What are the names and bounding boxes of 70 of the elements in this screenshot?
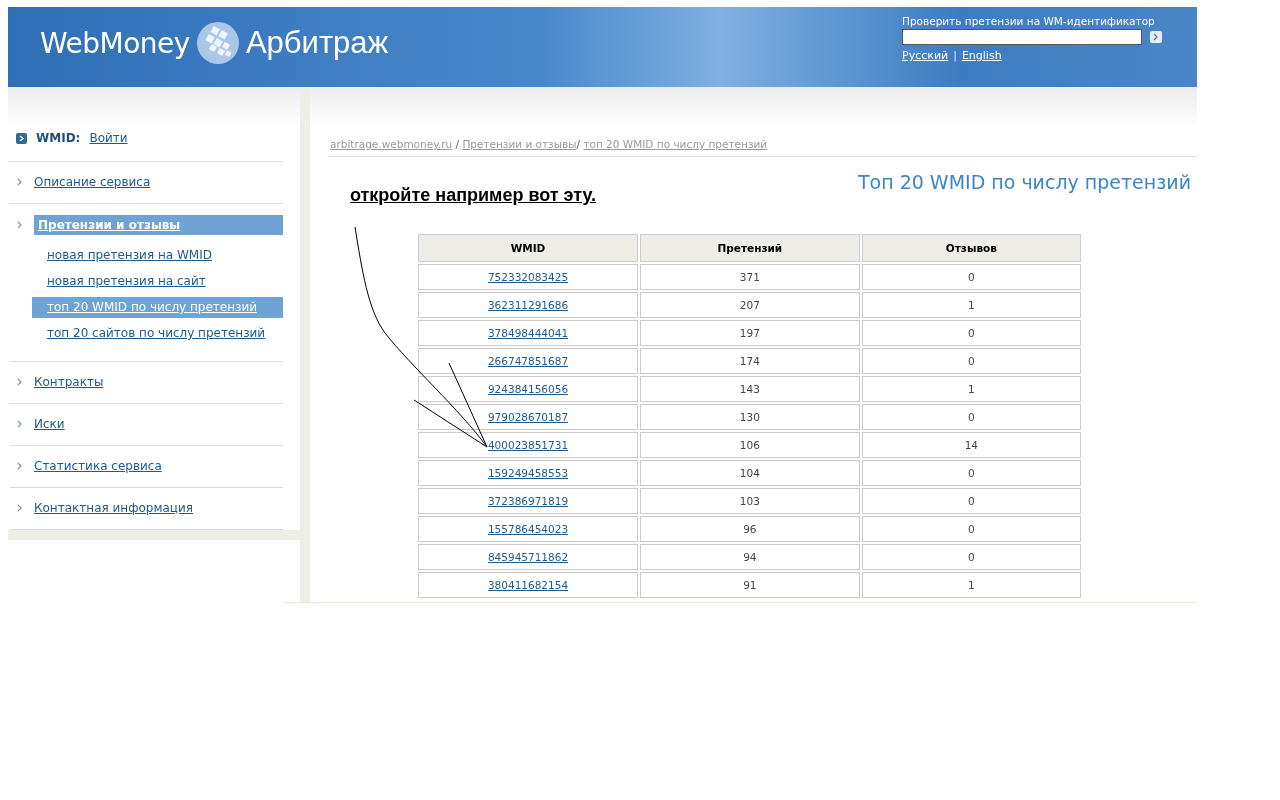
- table-cell: 1: [861, 572, 1081, 598]
- wmid-link[interactable]: 752332083425: [487, 271, 569, 283]
- table-cell: 197: [640, 320, 860, 346]
- wmid-link[interactable]: 159249458553: [487, 467, 569, 479]
- arrow-icon: [16, 132, 27, 144]
- table-cell: 104: [640, 460, 860, 486]
- wmid-link[interactable]: 979028670187: [487, 411, 569, 423]
- wmid-link[interactable]: 400023851731: [487, 439, 569, 451]
- table-cell: 0: [861, 404, 1081, 430]
- wmid-input-field[interactable]: [902, 29, 1142, 45]
- nav-subitem[interactable]: новая претензия на сайт: [32, 271, 283, 292]
- language-link[interactable]: English: [961, 49, 1002, 62]
- wmid-link[interactable]: 155786454023: [487, 523, 569, 535]
- logo-text: Арбитраж: [245, 25, 389, 61]
- go-button[interactable]: [1150, 31, 1162, 43]
- wmid-link[interactable]: 380411682154: [487, 579, 569, 591]
- nav-subitem[interactable]: топ 20 сайтов по числу претензий: [32, 323, 283, 344]
- table-cell: 207: [640, 292, 860, 318]
- table-cell: 1: [861, 292, 1081, 318]
- breadcrumb-separator: /: [454, 138, 461, 150]
- table-cell: 96: [640, 516, 860, 542]
- column-header: Отзывов: [861, 234, 1081, 262]
- nav-item[interactable]: Описание сервиса: [34, 173, 283, 191]
- table-cell: 0: [861, 348, 1081, 374]
- column-header: Претензий: [640, 234, 860, 262]
- chevron-icon: [17, 504, 22, 512]
- chevron-icon: [17, 420, 22, 428]
- separator-text: |: [953, 49, 957, 62]
- nav-item[interactable]: Контактная информация: [34, 499, 283, 517]
- annotation-text: откройте например вот эту.: [350, 185, 596, 206]
- table-cell: 91: [640, 572, 860, 598]
- table-cell: 174: [640, 348, 860, 374]
- wmid-link[interactable]: 266747851687: [487, 355, 569, 367]
- table-cell: 143: [640, 376, 860, 402]
- table-cell: 0: [861, 320, 1081, 346]
- language-link[interactable]: Русский: [902, 49, 949, 62]
- table-cell: 103: [640, 488, 860, 514]
- chevron-icon: [17, 221, 22, 229]
- wmid-link[interactable]: 372386971819: [487, 495, 569, 507]
- nav-item[interactable]: Статистика сервиса: [34, 457, 283, 475]
- wmid-label: WMID:: [36, 131, 81, 145]
- table-cell: 14: [861, 432, 1081, 458]
- table-cell: 0: [861, 460, 1081, 486]
- table-cell: 371: [640, 264, 860, 290]
- chevron-icon: [1152, 33, 1160, 41]
- column-header: WMID: [418, 234, 639, 262]
- nav-item[interactable]: Иски: [34, 415, 283, 433]
- table-cell: 0: [861, 516, 1081, 542]
- globe-logo-icon: [195, 21, 240, 65]
- chevron-icon: [17, 178, 22, 186]
- table-cell: 106: [640, 432, 860, 458]
- table-cell: 0: [861, 544, 1081, 570]
- table-cell: 0: [861, 488, 1081, 514]
- wmid-link[interactable]: 362311291686: [487, 299, 569, 311]
- page-title: Топ 20 WMID по числу претензий: [857, 171, 1191, 195]
- wmid-link[interactable]: 378498444041: [487, 327, 569, 339]
- table-cell: 1: [861, 376, 1081, 402]
- login-link[interactable]: Войти: [89, 131, 128, 145]
- chevron-icon: [17, 378, 22, 386]
- table-cell: 94: [640, 544, 860, 570]
- chevron-icon: [17, 462, 22, 470]
- wmid-link[interactable]: 924384156056: [487, 383, 569, 395]
- table-cell: 130: [640, 404, 860, 430]
- nav-subitem[interactable]: новая претензия на WMID: [32, 245, 283, 266]
- logo-text: WebMoney: [40, 26, 190, 60]
- check-label: Проверить претензии на WM-идентификатор: [902, 15, 1156, 27]
- breadcrumb-separator: /: [576, 138, 582, 150]
- table-cell: 0: [861, 264, 1081, 290]
- wmid-link[interactable]: 845945711862: [487, 551, 569, 563]
- nav-item[interactable]: Контракты: [34, 373, 283, 391]
